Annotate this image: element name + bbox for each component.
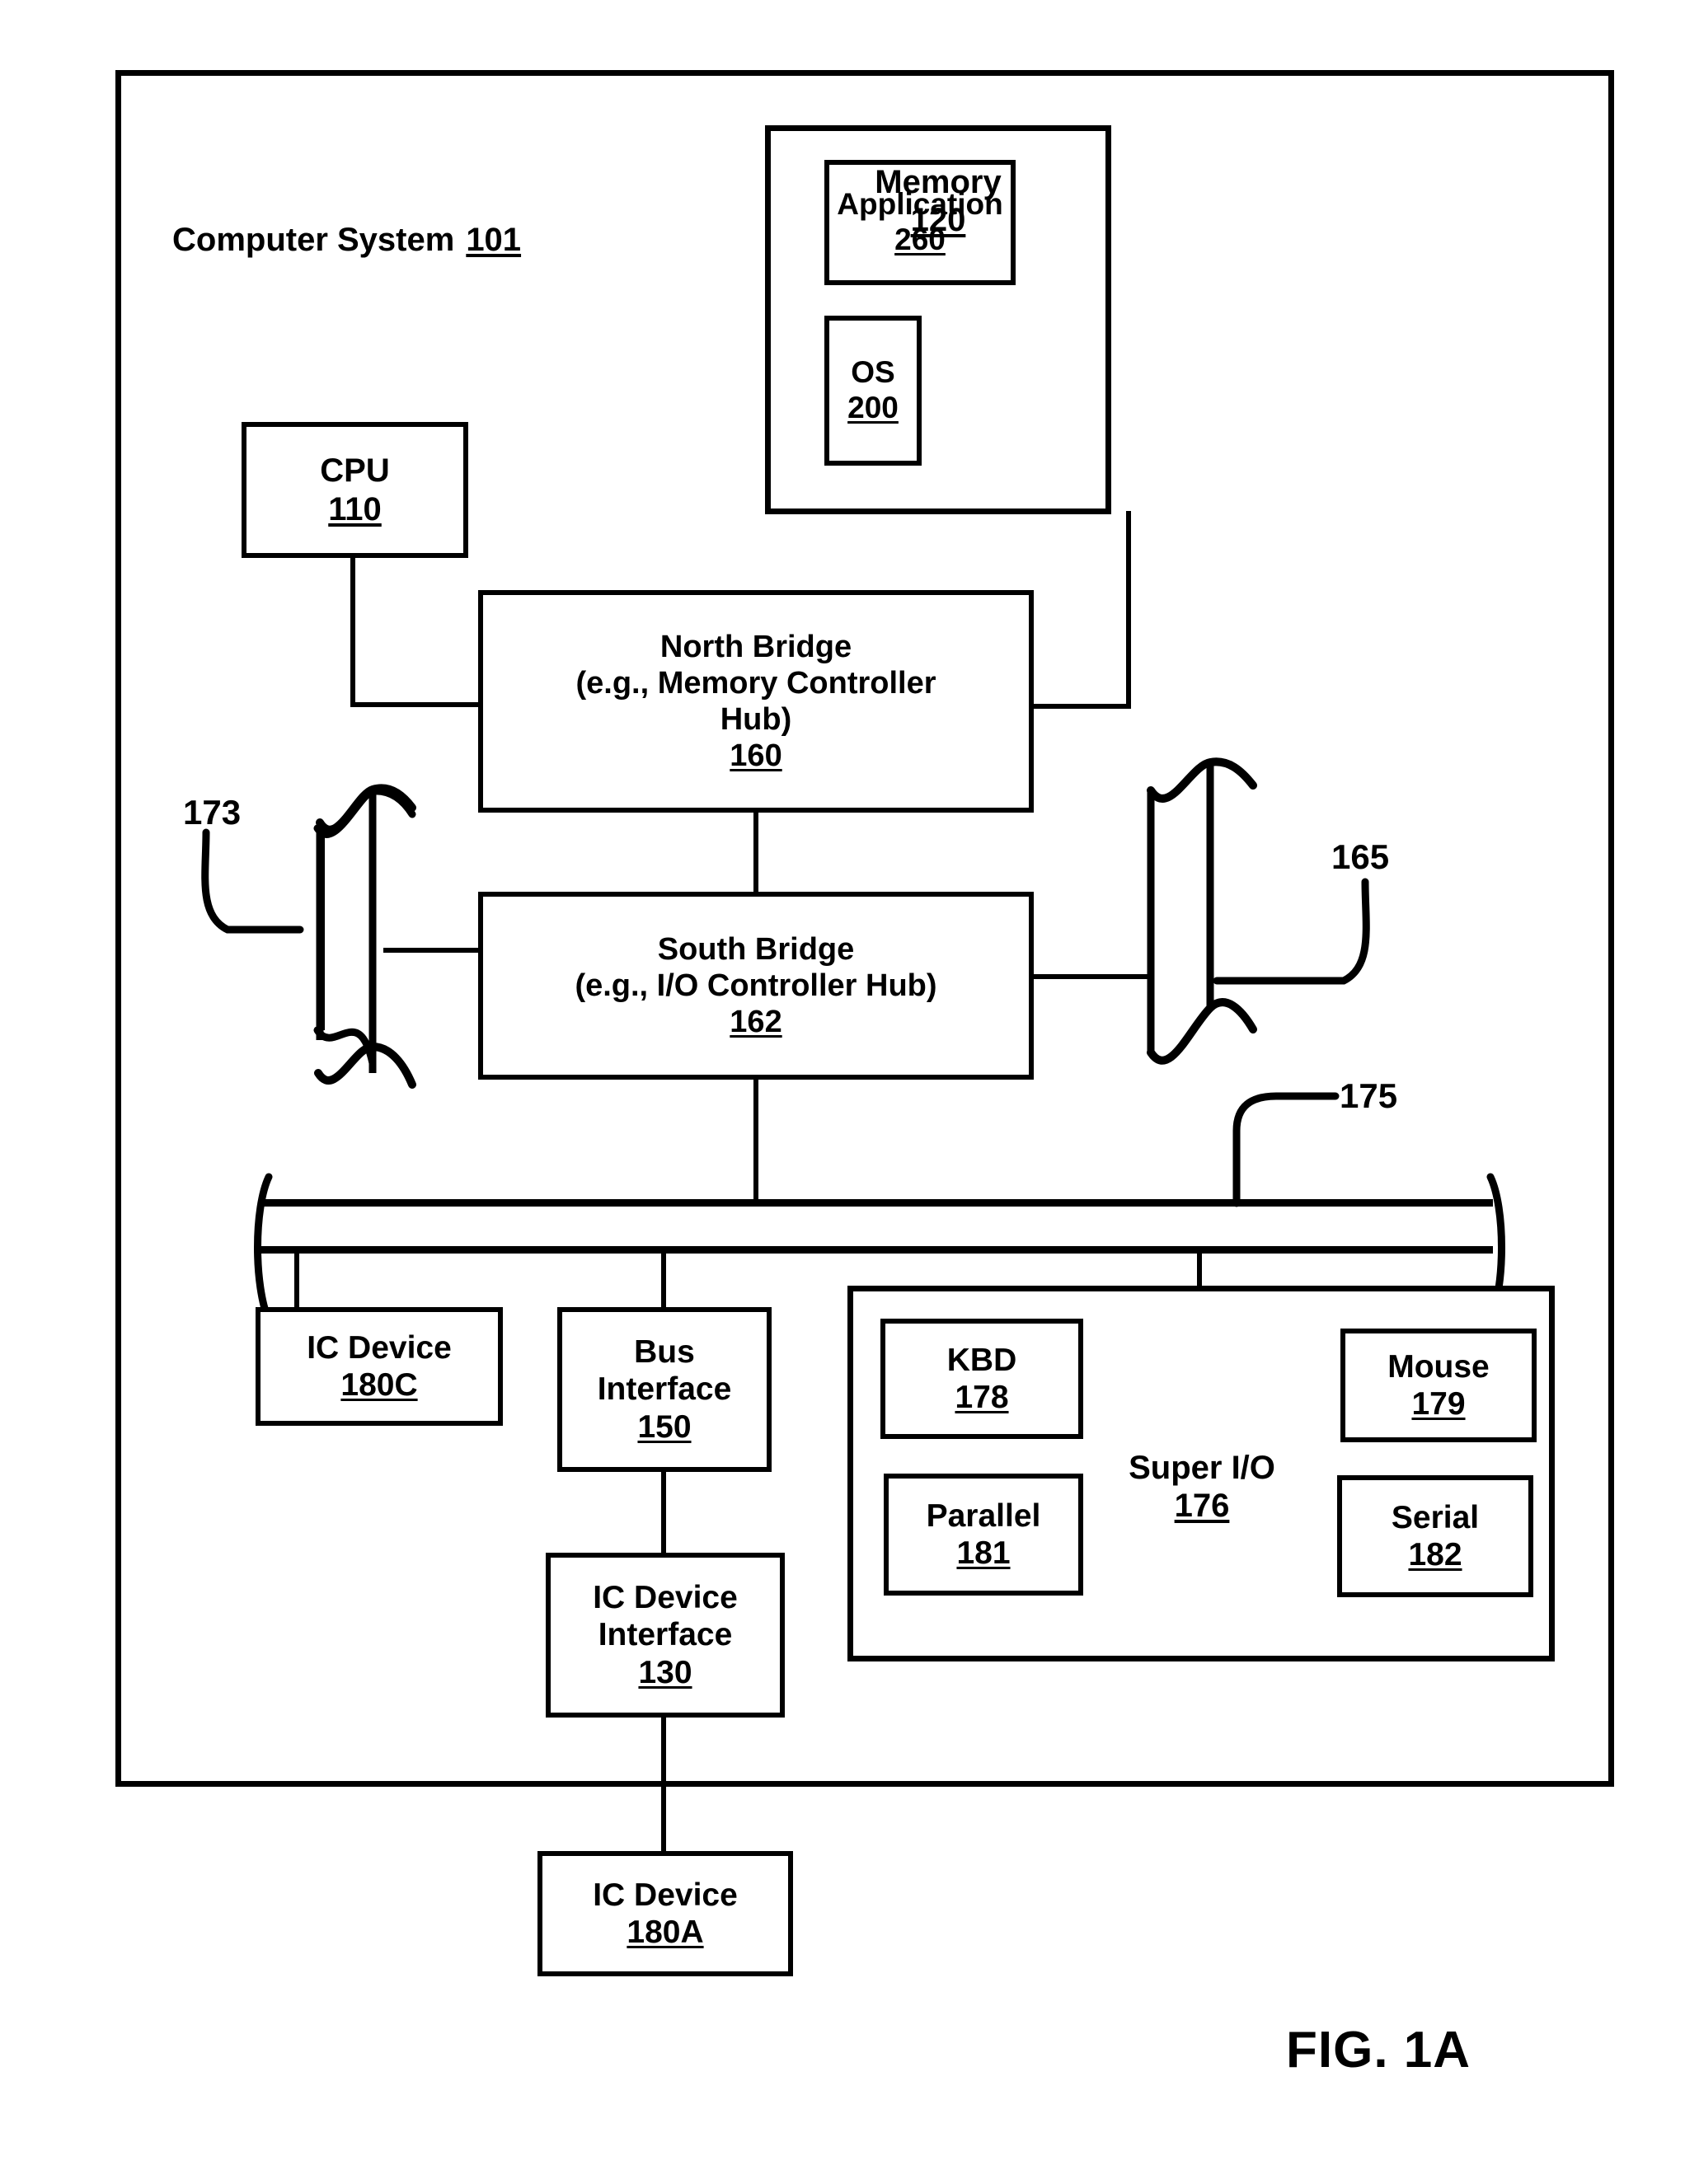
kbd-title: KBD: [946, 1342, 1017, 1378]
super-io-number: 176: [1174, 1488, 1230, 1525]
kbd-number: 178: [955, 1380, 1009, 1415]
serial-title: Serial: [1391, 1499, 1480, 1535]
computer-system-title: Computer System: [172, 222, 455, 258]
memory-title: Memory: [875, 164, 1002, 200]
south-bridge-block: South Bridge (e.g., I/O Controller Hub) …: [478, 892, 1034, 1080]
ic-device-180c-block: IC Device 180C: [256, 1307, 503, 1426]
cpu-northbridge-link-vertical: [350, 554, 355, 707]
parallel-number: 181: [956, 1535, 1011, 1571]
south-bridge-title: South Bridge (e.g., I/O Controller Hub): [575, 931, 937, 1003]
ic-device-180a-number: 180A: [627, 1915, 704, 1950]
bus-bar-left-cap-icon: [254, 1173, 273, 1324]
cpu-northbridge-link-horizontal: [350, 702, 482, 707]
ic-device-interface-title: IC Device Interface: [593, 1580, 738, 1653]
cpu-title: CPU: [320, 452, 390, 490]
bus-175-number: 175: [1340, 1076, 1398, 1115]
south-bridge-number: 162: [730, 1005, 782, 1040]
computer-system-label: Computer System 101: [172, 221, 521, 259]
cpu-number: 110: [328, 490, 382, 527]
ic-device-180a-title: IC Device: [593, 1877, 738, 1913]
os-block: OS 200: [824, 316, 922, 466]
bus-173-number: 173: [183, 793, 242, 832]
os-title: OS: [851, 355, 895, 390]
bus-165-number: 165: [1331, 837, 1390, 876]
ic-device-interface-block: IC Device Interface 130: [546, 1553, 785, 1718]
northbridge-southbridge-link: [753, 808, 758, 897]
kbd-block: KBD 178: [880, 1319, 1083, 1439]
bus-interface-title: Bus Interface: [597, 1334, 732, 1408]
computer-system-number: 101: [466, 222, 522, 258]
serial-number: 182: [1408, 1537, 1462, 1572]
mouse-title: Mouse: [1387, 1348, 1490, 1385]
north-bridge-number: 160: [730, 738, 782, 774]
bus-interface-block: Bus Interface 150: [557, 1307, 772, 1472]
memory-northbridge-link-vertical: [1126, 511, 1131, 709]
memory-northbridge-link-horizontal: [1030, 704, 1131, 709]
businterface-icdeviceinterface-link: [661, 1467, 666, 1556]
north-bridge-block: North Bridge (e.g., Memory Controller Hu…: [478, 590, 1034, 813]
bus-bar-bottom-rail: [260, 1246, 1493, 1254]
memory-label: Memory 120: [875, 163, 1001, 240]
figure-caption: FIG. 1A: [1286, 2022, 1471, 2079]
os-number: 200: [847, 391, 899, 424]
bus-173-leader-icon: [201, 828, 304, 934]
bus-165-leader-icon: [1213, 878, 1370, 985]
mouse-number: 179: [1411, 1386, 1466, 1422]
icdeviceinterface-icdevice180a-link: [661, 1713, 666, 1854]
ic-device-180c-number: 180C: [340, 1367, 418, 1403]
bus-interface-number: 150: [637, 1408, 692, 1445]
mouse-block: Mouse 179: [1340, 1329, 1537, 1442]
serial-block: Serial 182: [1337, 1475, 1533, 1597]
cpu-block: CPU 110: [242, 422, 468, 558]
memory-number: 120: [910, 202, 966, 239]
super-io-label: Super I/O 176: [1129, 1449, 1275, 1526]
parallel-block: Parallel 181: [884, 1474, 1083, 1596]
southbridge-bus-link: [753, 1075, 758, 1205]
north-bridge-title: North Bridge (e.g., Memory Controller Hu…: [575, 629, 936, 737]
southbridge-bus165-link: [1030, 974, 1154, 979]
ic-device-180a-block: IC Device 180A: [537, 1851, 793, 1976]
ic-device-interface-number: 130: [638, 1654, 692, 1690]
super-io-title: Super I/O: [1129, 1450, 1275, 1486]
parallel-title: Parallel: [926, 1497, 1041, 1534]
patent-figure-canvas: Computer System 101 Memory 120 Applicatio…: [0, 0, 1685, 2184]
ic-device-180c-title: IC Device: [307, 1329, 452, 1366]
